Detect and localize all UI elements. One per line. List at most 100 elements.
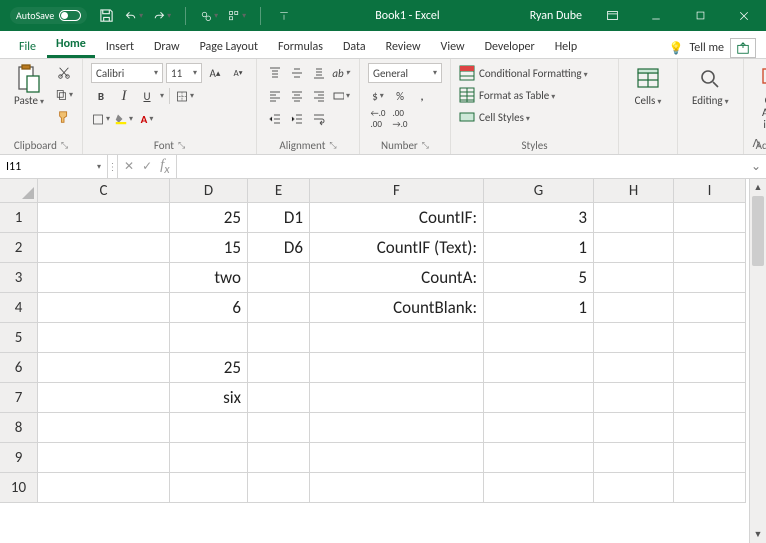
tell-me-icon[interactable]: 💡 bbox=[669, 41, 684, 56]
collapse-ribbon-button[interactable]: ᐱ bbox=[752, 137, 760, 150]
cell-F6[interactable] bbox=[310, 353, 484, 383]
align-bottom-button[interactable] bbox=[309, 63, 329, 83]
format-painter-button[interactable] bbox=[54, 107, 74, 127]
cell-H3[interactable] bbox=[594, 263, 674, 293]
cell-I2[interactable] bbox=[674, 233, 746, 263]
cell-C6[interactable] bbox=[38, 353, 170, 383]
italic-button[interactable]: I bbox=[114, 86, 134, 106]
formula-input[interactable] bbox=[177, 155, 746, 178]
row-header-7[interactable]: 7 bbox=[0, 383, 38, 413]
copy-button[interactable] bbox=[54, 85, 74, 105]
qat-button-1[interactable] bbox=[200, 7, 218, 25]
spreadsheet-grid[interactable]: C D E F G H I 125D1CountIF:3215D6CountIF… bbox=[0, 179, 749, 543]
cell-G10[interactable] bbox=[484, 473, 594, 503]
cell-D7[interactable]: six bbox=[170, 383, 248, 413]
cell-I6[interactable] bbox=[674, 353, 746, 383]
merge-button[interactable] bbox=[331, 86, 351, 106]
increase-decimal-button[interactable]: ←.0.00 bbox=[368, 109, 388, 129]
cell-C5[interactable] bbox=[38, 323, 170, 353]
cell-D9[interactable] bbox=[170, 443, 248, 473]
tab-file[interactable]: File bbox=[10, 34, 45, 58]
dialog-launcher-icon[interactable]: ⤡ bbox=[329, 140, 336, 151]
cell-H6[interactable] bbox=[594, 353, 674, 383]
cell-G5[interactable] bbox=[484, 323, 594, 353]
cell-E4[interactable] bbox=[248, 293, 310, 323]
format-as-table-button[interactable]: Format as Table bbox=[459, 85, 588, 105]
cell-C1[interactable] bbox=[38, 203, 170, 233]
tab-developer[interactable]: Developer bbox=[476, 34, 544, 58]
font-name-select[interactable]: Calibri▾ bbox=[91, 63, 163, 83]
paste-button[interactable]: Paste bbox=[8, 63, 50, 109]
cell-F3[interactable]: CountA: bbox=[310, 263, 484, 293]
cell-D4[interactable]: 6 bbox=[170, 293, 248, 323]
row-header-8[interactable]: 8 bbox=[0, 413, 38, 443]
cell-D6[interactable]: 25 bbox=[170, 353, 248, 383]
cell-E7[interactable] bbox=[248, 383, 310, 413]
user-name[interactable]: Ryan Dube bbox=[522, 9, 590, 23]
cell-G2[interactable]: 1 bbox=[484, 233, 594, 263]
row-header-3[interactable]: 3 bbox=[0, 263, 38, 293]
row-header-2[interactable]: 2 bbox=[0, 233, 38, 263]
bold-button[interactable]: B bbox=[91, 86, 111, 106]
align-middle-button[interactable] bbox=[287, 63, 307, 83]
cell-G9[interactable] bbox=[484, 443, 594, 473]
scroll-thumb[interactable] bbox=[752, 196, 764, 266]
font-color-button[interactable]: A bbox=[137, 109, 157, 129]
tab-review[interactable]: Review bbox=[377, 34, 430, 58]
col-header-I[interactable]: I bbox=[674, 179, 746, 203]
align-center-button[interactable] bbox=[287, 86, 307, 106]
cell-I9[interactable] bbox=[674, 443, 746, 473]
cut-button[interactable] bbox=[54, 63, 74, 83]
maximize-button[interactable] bbox=[678, 0, 722, 31]
row-header-5[interactable]: 5 bbox=[0, 323, 38, 353]
cell-I8[interactable] bbox=[674, 413, 746, 443]
cell-E6[interactable] bbox=[248, 353, 310, 383]
cancel-formula-button[interactable]: ✕ bbox=[124, 159, 134, 174]
cell-D10[interactable] bbox=[170, 473, 248, 503]
cell-E5[interactable] bbox=[248, 323, 310, 353]
cell-H9[interactable] bbox=[594, 443, 674, 473]
orientation-button[interactable]: ab bbox=[331, 63, 351, 83]
col-header-C[interactable]: C bbox=[38, 179, 170, 203]
cell-E3[interactable] bbox=[248, 263, 310, 293]
undo-button[interactable] bbox=[125, 7, 143, 25]
cell-G3[interactable]: 5 bbox=[484, 263, 594, 293]
cell-C10[interactable] bbox=[38, 473, 170, 503]
tab-view[interactable]: View bbox=[432, 34, 474, 58]
tab-home[interactable]: Home bbox=[47, 31, 95, 58]
cell-C2[interactable] bbox=[38, 233, 170, 263]
cell-D1[interactable]: 25 bbox=[170, 203, 248, 233]
increase-font-button[interactable]: A▴ bbox=[205, 63, 225, 83]
ribbon-display-button[interactable] bbox=[590, 0, 634, 31]
cell-C8[interactable] bbox=[38, 413, 170, 443]
cell-F10[interactable] bbox=[310, 473, 484, 503]
cell-F1[interactable]: CountIF: bbox=[310, 203, 484, 233]
comma-format-button[interactable]: , bbox=[412, 86, 432, 106]
redo-button[interactable] bbox=[153, 7, 171, 25]
name-box[interactable]: I11▾ bbox=[0, 155, 108, 178]
cell-H2[interactable] bbox=[594, 233, 674, 263]
increase-indent-button[interactable] bbox=[287, 109, 307, 129]
tell-me-label[interactable]: Tell me bbox=[689, 41, 724, 55]
scroll-up-button[interactable]: ▲ bbox=[750, 179, 766, 196]
cell-I3[interactable] bbox=[674, 263, 746, 293]
number-format-select[interactable]: General▾ bbox=[368, 63, 442, 83]
cell-E8[interactable] bbox=[248, 413, 310, 443]
font-size-select[interactable]: 11▾ bbox=[166, 63, 202, 83]
align-right-button[interactable] bbox=[309, 86, 329, 106]
cell-G6[interactable] bbox=[484, 353, 594, 383]
cell-D5[interactable] bbox=[170, 323, 248, 353]
cell-E10[interactable] bbox=[248, 473, 310, 503]
expand-formula-bar-button[interactable]: ⌄ bbox=[746, 155, 766, 178]
cell-D8[interactable] bbox=[170, 413, 248, 443]
qat-customize[interactable] bbox=[275, 7, 293, 25]
cell-H7[interactable] bbox=[594, 383, 674, 413]
share-button[interactable] bbox=[730, 38, 756, 58]
tab-help[interactable]: Help bbox=[546, 34, 587, 58]
cell-F8[interactable] bbox=[310, 413, 484, 443]
cell-I4[interactable] bbox=[674, 293, 746, 323]
tab-data[interactable]: Data bbox=[334, 34, 375, 58]
align-left-button[interactable] bbox=[265, 86, 285, 106]
cell-E9[interactable] bbox=[248, 443, 310, 473]
cell-H4[interactable] bbox=[594, 293, 674, 323]
